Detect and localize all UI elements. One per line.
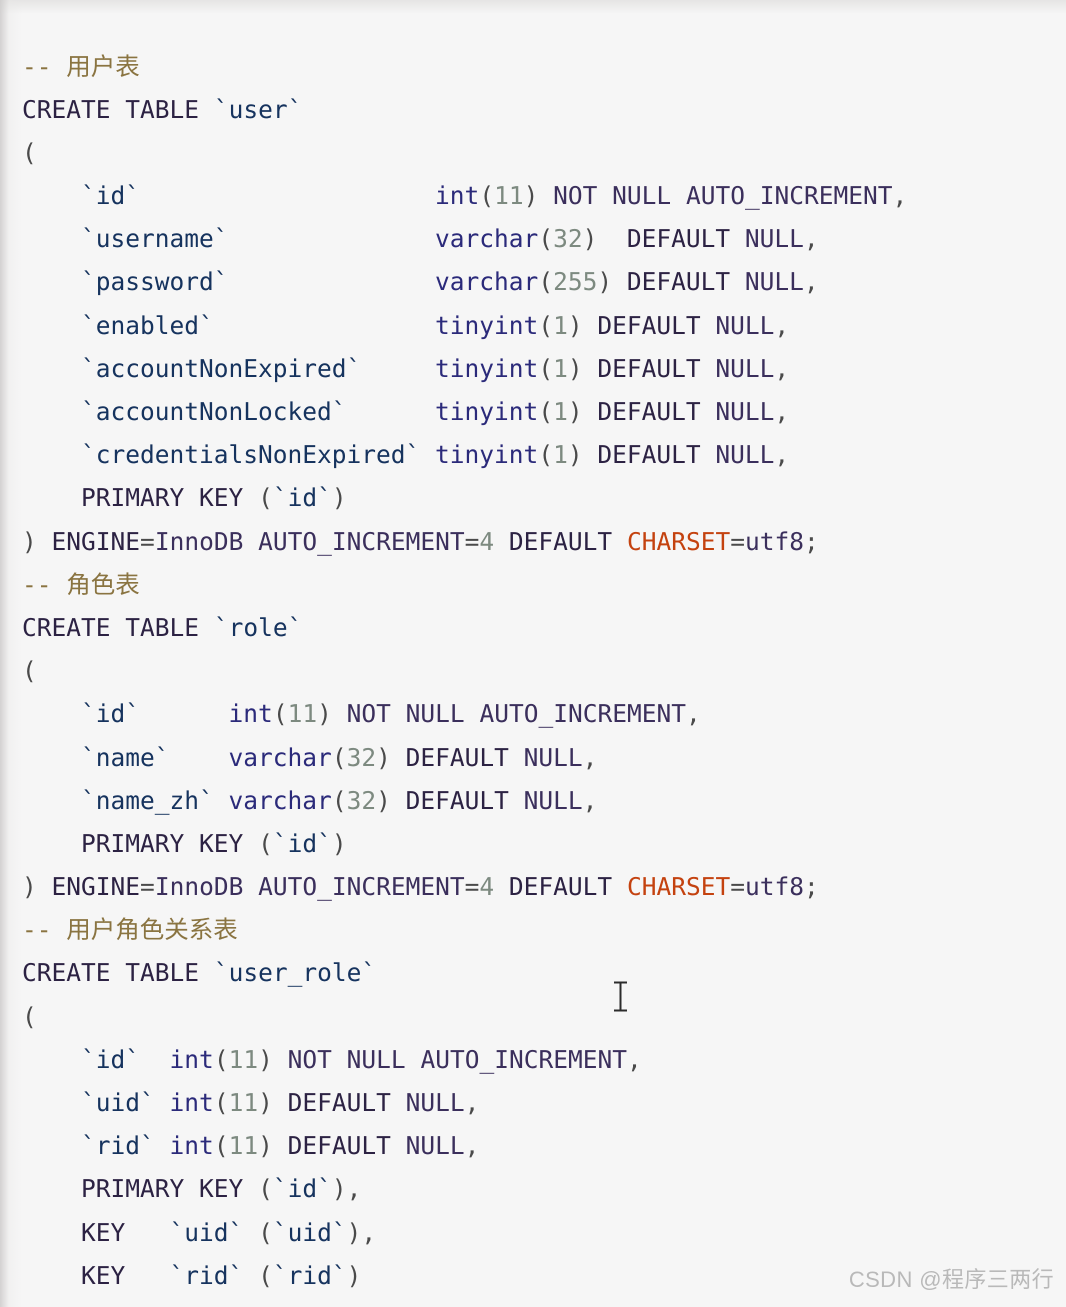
code-line: ) ENGINE=InnoDB AUTO_INCREMENT=4 DEFAULT… [22, 526, 819, 556]
code-line: `accountNonLocked` tinyint(1) DEFAULT NU… [81, 397, 790, 426]
code-line: `username` varchar(32) DEFAULT NULL, [81, 224, 819, 254]
code-line: ) ENGINE=InnoDB AUTO_INCREMENT=5 DEFAULT… [22, 1297, 907, 1307]
code-line: `id` int(11) NOT NULL AUTO_INCREMENT, [81, 699, 701, 729]
code-line: -- 用户角色关系表 [22, 915, 238, 945]
code-line: `name` varchar(32) DEFAULT NULL, [81, 742, 598, 772]
code-line: `id` int(11) NOT NULL AUTO_INCREMENT, [81, 181, 908, 211]
code-line: KEY `uid` (`uid`), [81, 1217, 377, 1247]
code-line: `uid` int(11) DEFAULT NULL, [81, 1088, 480, 1117]
code-line: PRIMARY KEY (`id`) [81, 483, 347, 513]
code-line: PRIMARY KEY (`id`), [81, 1174, 362, 1204]
code-line: `name_zh` varchar(32) DEFAULT NULL, [81, 785, 598, 815]
sql-code-lines: -- 用户表 CREATE TABLE `user` ( `id` int(11) … [22, 45, 907, 1307]
code-line: CREATE TABLE `role` [22, 612, 303, 642]
code-line: ( [22, 656, 37, 686]
code-line: -- 用户表 [22, 51, 140, 81]
code-line: `id` int(11) NOT NULL AUTO_INCREMENT, [81, 1044, 642, 1074]
sql-code-block[interactable]: -- 用户表 CREATE TABLE `user` ( `id` int(11) … [0, 25, 907, 1307]
csdn-watermark: CSDN @程序三两行 [848, 1267, 1054, 1292]
code-line: `password` varchar(255) DEFAULT NULL, [81, 267, 819, 297]
code-line: ) ENGINE=InnoDB AUTO_INCREMENT=4 DEFAULT… [22, 872, 819, 902]
code-line: `enabled` tinyint(1) DEFAULT NULL, [81, 310, 790, 340]
code-line: `accountNonExpired` tinyint(1) DEFAULT N… [81, 353, 790, 383]
code-line: `credentialsNonExpired` tinyint(1) DEFAU… [81, 440, 790, 470]
code-line: KEY `rid` (`rid`) [81, 1260, 362, 1290]
code-line: `rid` int(11) DEFAULT NULL, [81, 1131, 480, 1161]
code-line: CREATE TABLE `user` [22, 94, 303, 124]
code-snippet-surface: -- 用户表 CREATE TABLE `user` ( `id` int(11) … [0, 0, 1066, 1307]
code-line: ( [22, 1001, 37, 1031]
code-line: ( [22, 137, 37, 167]
code-line: CREATE TABLE `user_role` [22, 958, 377, 988]
code-line: -- 角色表 [22, 569, 140, 599]
code-line: PRIMARY KEY (`id`) [81, 828, 347, 858]
